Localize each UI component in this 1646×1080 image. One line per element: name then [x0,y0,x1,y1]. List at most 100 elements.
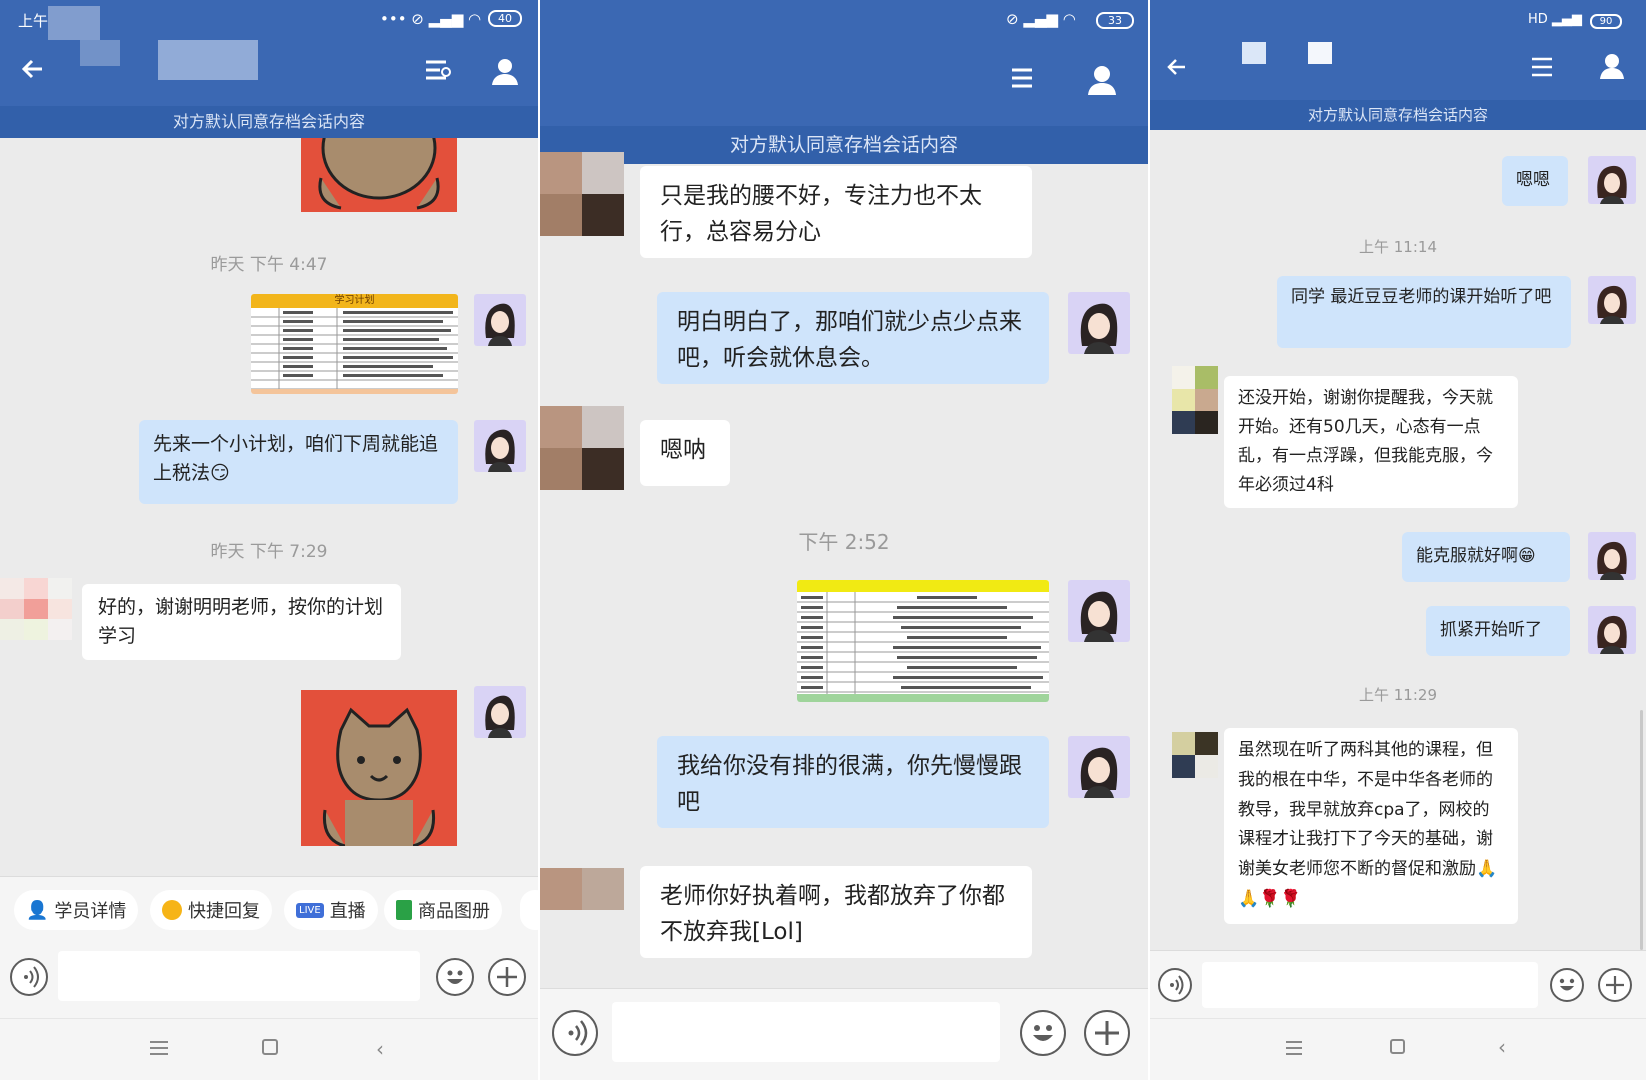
emoji-icon[interactable] [1550,968,1584,1002]
system-nav-bar: ‹ [0,1018,538,1080]
study-plan-image[interactable]: 学习计划 [251,294,458,394]
message-bubble-outgoing: 明白明白了，那咱们就少点少点来吧，听会就休息会。 [657,292,1049,384]
message-bubble-incoming: 还没开始，谢谢你提醒我，今天就开始。还有50几天，心态有一点乱，有一点浮躁，但我… [1224,376,1518,508]
message-bubble-incoming: 嗯呐 [640,420,730,486]
timestamp: 昨天 下午 4:47 [0,250,538,275]
student-avatar[interactable] [540,152,624,236]
back-arrow-icon[interactable] [1166,56,1188,78]
contact-icon[interactable] [1598,52,1626,80]
quick-reply-icon [162,900,182,920]
plus-icon[interactable] [488,958,526,996]
chip-quick-reply[interactable]: 快捷回复 [150,890,272,930]
user-plus-icon: 👤 [26,900,48,921]
student-avatar[interactable] [1172,732,1218,778]
system-nav-bar: ‹ [1150,1018,1646,1080]
message-text: 能克服就好啊 [1416,546,1518,566]
chat-panel-3: HD ▂▄▆ 90 对方默认同意存档会话内容 嗯嗯 上午 11:14 同学 最近… [1150,0,1646,1080]
teacher-avatar[interactable] [474,294,526,346]
blurred-name [48,6,100,40]
nav-home-icon[interactable] [262,1039,278,1055]
voice-icon[interactable] [1158,968,1192,1002]
voice-icon[interactable] [552,1010,598,1056]
chat-panel-1: 上午 ••• ⊘ ▂▄▆ ◠ 40 对方默认同意存档会话内容 昨天 下午 4:4… [0,0,538,1080]
student-avatar[interactable] [540,868,624,910]
timestamp: 下午 2:52 [540,526,1148,555]
image-header [797,580,1049,592]
schedule-image[interactable] [797,580,1049,702]
message-bubble-incoming: 老师你好执着啊，我都放弃了你都不放弃我[Lol] [640,866,1032,958]
message-bubble-incoming: 虽然现在听了两科其他的课程，但我的根在中华，不是中华各老师的教导，我早就放弃cp… [1224,728,1518,924]
table-lines [251,308,458,394]
table-lines [797,592,1049,702]
message-bubble-incoming: 好的，谢谢明明老师，按你的计划学习 [82,584,401,660]
battery-icon: 90 [1590,14,1622,29]
battery-icon: 33 [1096,12,1134,29]
teacher-avatar[interactable] [474,420,526,472]
message-bubble-outgoing: 能克服就好啊😁 [1402,532,1570,582]
message-text: 先来一个小计划，咱们下周就能追上税法 [153,433,438,484]
voice-icon[interactable] [10,958,48,996]
battery-icon: 40 [488,10,522,27]
chip-more[interactable] [520,890,538,930]
live-icon: LIVE [296,903,324,918]
chip-live[interactable]: LIVE直播 [284,890,378,930]
menu-list-icon[interactable] [1530,56,1554,78]
message-input[interactable] [1202,962,1538,1008]
contact-icon[interactable] [490,56,520,86]
plus-icon[interactable] [1598,968,1632,1002]
plus-icon[interactable] [1084,1010,1130,1056]
timestamp: 上午 11:14 [1150,236,1646,257]
image-title: 学习计划 [251,294,458,308]
signal-icon: ⊘ ▂▄▆ ◠ [1006,10,1076,28]
teacher-avatar[interactable] [1588,156,1636,204]
student-avatar[interactable] [0,578,72,640]
teacher-avatar[interactable] [1588,276,1636,324]
message-bubble-outgoing: 嗯嗯 [1502,156,1568,206]
nav-menu-icon[interactable] [150,1041,168,1055]
status-time: 上午 [18,10,48,31]
nav-menu-icon[interactable] [1286,1041,1302,1055]
nav-back-icon[interactable]: ‹ [1498,1035,1506,1059]
nav-home-icon[interactable] [1390,1039,1405,1054]
teacher-avatar[interactable] [474,686,526,738]
nav-back-icon[interactable]: ‹ [376,1037,384,1061]
archive-banner: 对方默认同意存档会话内容 [0,106,538,138]
chip-student-details[interactable]: 👤学员详情 [14,890,138,930]
message-input[interactable] [612,1002,1000,1062]
message-bubble-outgoing: 我给你没有排的很满，你先慢慢跟吧 [657,736,1049,828]
grin-emoji-icon: 😁 [1518,546,1536,566]
teacher-avatar[interactable] [1068,292,1130,354]
back-arrow-icon[interactable] [20,56,46,82]
chat-header: 上午 ••• ⊘ ▂▄▆ ◠ 40 [0,0,538,106]
message-input[interactable] [58,951,420,1001]
student-avatar[interactable] [540,406,624,490]
student-avatar[interactable] [1172,366,1218,434]
blurred-name [158,40,258,80]
contact-icon[interactable] [1086,64,1118,96]
chat-header: ⊘ ▂▄▆ ◠ 33 [540,0,1148,126]
emoji-icon[interactable] [436,958,474,996]
cat-sticker[interactable] [301,138,457,212]
signal-icon: HD ▂▄▆ [1528,12,1582,27]
message-bubble-incoming: 只是我的腰不好，专注力也不太行，总容易分心 [640,166,1032,258]
emoji-icon[interactable] [1020,1010,1066,1056]
chip-product-gallery[interactable]: 商品图册 [384,890,502,930]
message-bubble-outgoing: 先来一个小计划，咱们下周就能追上税法😏 [139,420,458,504]
message-bubble-outgoing: 抓紧开始听了 [1426,606,1570,656]
message-text: 虽然现在听了两科其他的课程，但我的根在中华，不是中华各老师的教导，我早就放弃cp… [1238,740,1493,879]
menu-list-icon[interactable] [424,58,452,84]
timestamp: 昨天 下午 7:29 [0,537,538,562]
blurred-name [1242,42,1266,64]
cat-sticker[interactable] [301,690,457,846]
menu-list-icon[interactable] [1010,66,1038,92]
archive-banner: 对方默认同意存档会话内容 [1150,100,1646,130]
teacher-avatar[interactable] [1068,580,1130,642]
teacher-avatar[interactable] [1588,532,1636,580]
timestamp: 上午 11:29 [1150,684,1646,705]
blurred-name [1308,42,1332,64]
teacher-avatar[interactable] [1068,736,1130,798]
teacher-avatar[interactable] [1588,606,1636,654]
blurred-name [80,40,120,66]
message-bubble-outgoing: 同学 最近豆豆老师的课开始听了吧 [1277,276,1571,348]
scrollbar[interactable] [1640,710,1643,950]
